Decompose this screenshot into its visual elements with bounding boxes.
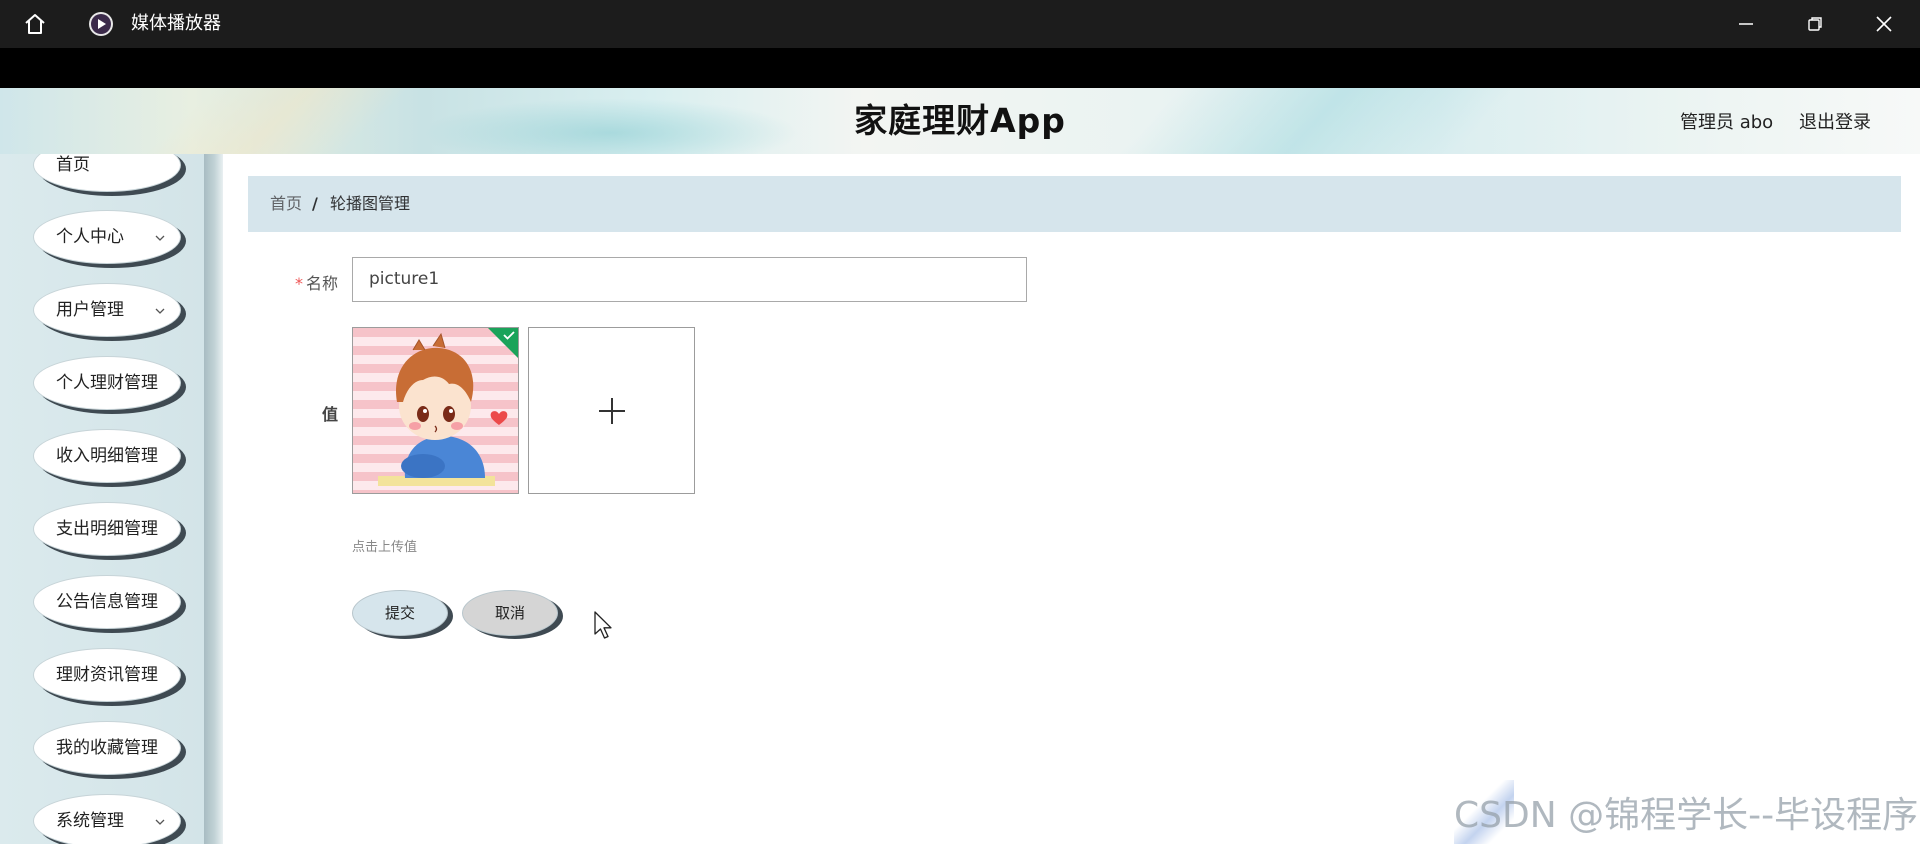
upload-add-button[interactable] [528,327,695,494]
breadcrumb-separator: / [312,194,318,213]
value-field-label: 值 [322,405,339,424]
name-label-text: 名称 [306,274,339,293]
current-user-label: 管理员 abo [1680,112,1774,133]
upload-hint: 点击上传值 [352,540,418,555]
mouse-cursor-icon [594,611,612,639]
sidebar-item-label: 公告信息管理 [56,592,158,612]
breadcrumb: 首页 / 轮播图管理 [248,176,1901,232]
sidebar-item-label: 系统管理 [56,811,124,831]
sidebar-item-label: 个人理财管理 [56,373,158,393]
close-icon [1876,16,1892,32]
submit-button[interactable]: 提交 [352,590,448,636]
breadcrumb-home[interactable]: 首页 [270,193,302,215]
check-icon [503,331,515,340]
sidebar-item-finance-news[interactable]: 理财资讯管理 [33,648,181,702]
minimize-button[interactable] [1716,0,1776,48]
sidebar-item-label: 首页 [56,155,90,175]
sidebar-scroll-rail[interactable] [204,154,223,844]
window-title: 媒体播放器 [131,13,221,34]
app-brand-title: 家庭理财App [854,101,1066,140]
sidebar-item-home[interactable]: 首页 [33,154,181,192]
sidebar-item-system[interactable]: 系统管理 [33,794,181,844]
restore-button[interactable] [1785,0,1845,48]
minimize-icon [1739,23,1753,25]
toolbar-strip [0,48,1920,88]
cancel-button[interactable]: 取消 [462,590,558,636]
chevron-down-icon [155,308,165,314]
uploaded-image-thumbnail[interactable] [352,327,519,494]
restore-icon [1808,17,1822,31]
sidebar-item-label: 理财资讯管理 [56,665,158,685]
sidebar-item-label: 支出明细管理 [56,519,158,539]
sidebar-item-favorites[interactable]: 我的收藏管理 [33,721,181,775]
sidebar-item-label: 用户管理 [56,300,124,320]
app-header: 家庭理财App 管理员 abo 退出登录 [0,88,1920,154]
sidebar-item-label: 我的收藏管理 [56,738,158,758]
window-titlebar: 媒体播放器 [0,0,1920,48]
sidebar-item-income-details[interactable]: 收入明细管理 [33,429,181,483]
sidebar-item-announcements[interactable]: 公告信息管理 [33,575,181,629]
sidebar-item-label: 收入明细管理 [56,446,158,466]
home-icon[interactable] [22,11,48,37]
sidebar-item-label: 个人中心 [56,227,124,247]
plus-icon [599,398,625,424]
chevron-down-icon [155,819,165,825]
watermark-text: CSDN @锦程学长--毕设程序 [1454,795,1919,836]
sidebar-item-personal-finance[interactable]: 个人理财管理 [33,356,181,410]
name-input[interactable]: picture1 [352,257,1027,302]
sidebar-item-expense-details[interactable]: 支出明细管理 [33,502,181,556]
sidebar-item-user-management[interactable]: 用户管理 [33,283,181,337]
media-player-icon [89,12,113,36]
breadcrumb-current: 轮播图管理 [330,194,411,213]
name-field-label: * 名称 [295,270,338,294]
sidebar: 首页 个人中心 用户管理 个人理财管理 收入明细管理 支出明细管理 公告信息管理… [0,154,204,844]
sidebar-item-personal-center[interactable]: 个人中心 [33,210,181,264]
required-mark: * [295,274,303,293]
chevron-down-icon [155,235,165,241]
close-button[interactable] [1854,0,1914,48]
logout-link[interactable]: 退出登录 [1799,108,1871,134]
